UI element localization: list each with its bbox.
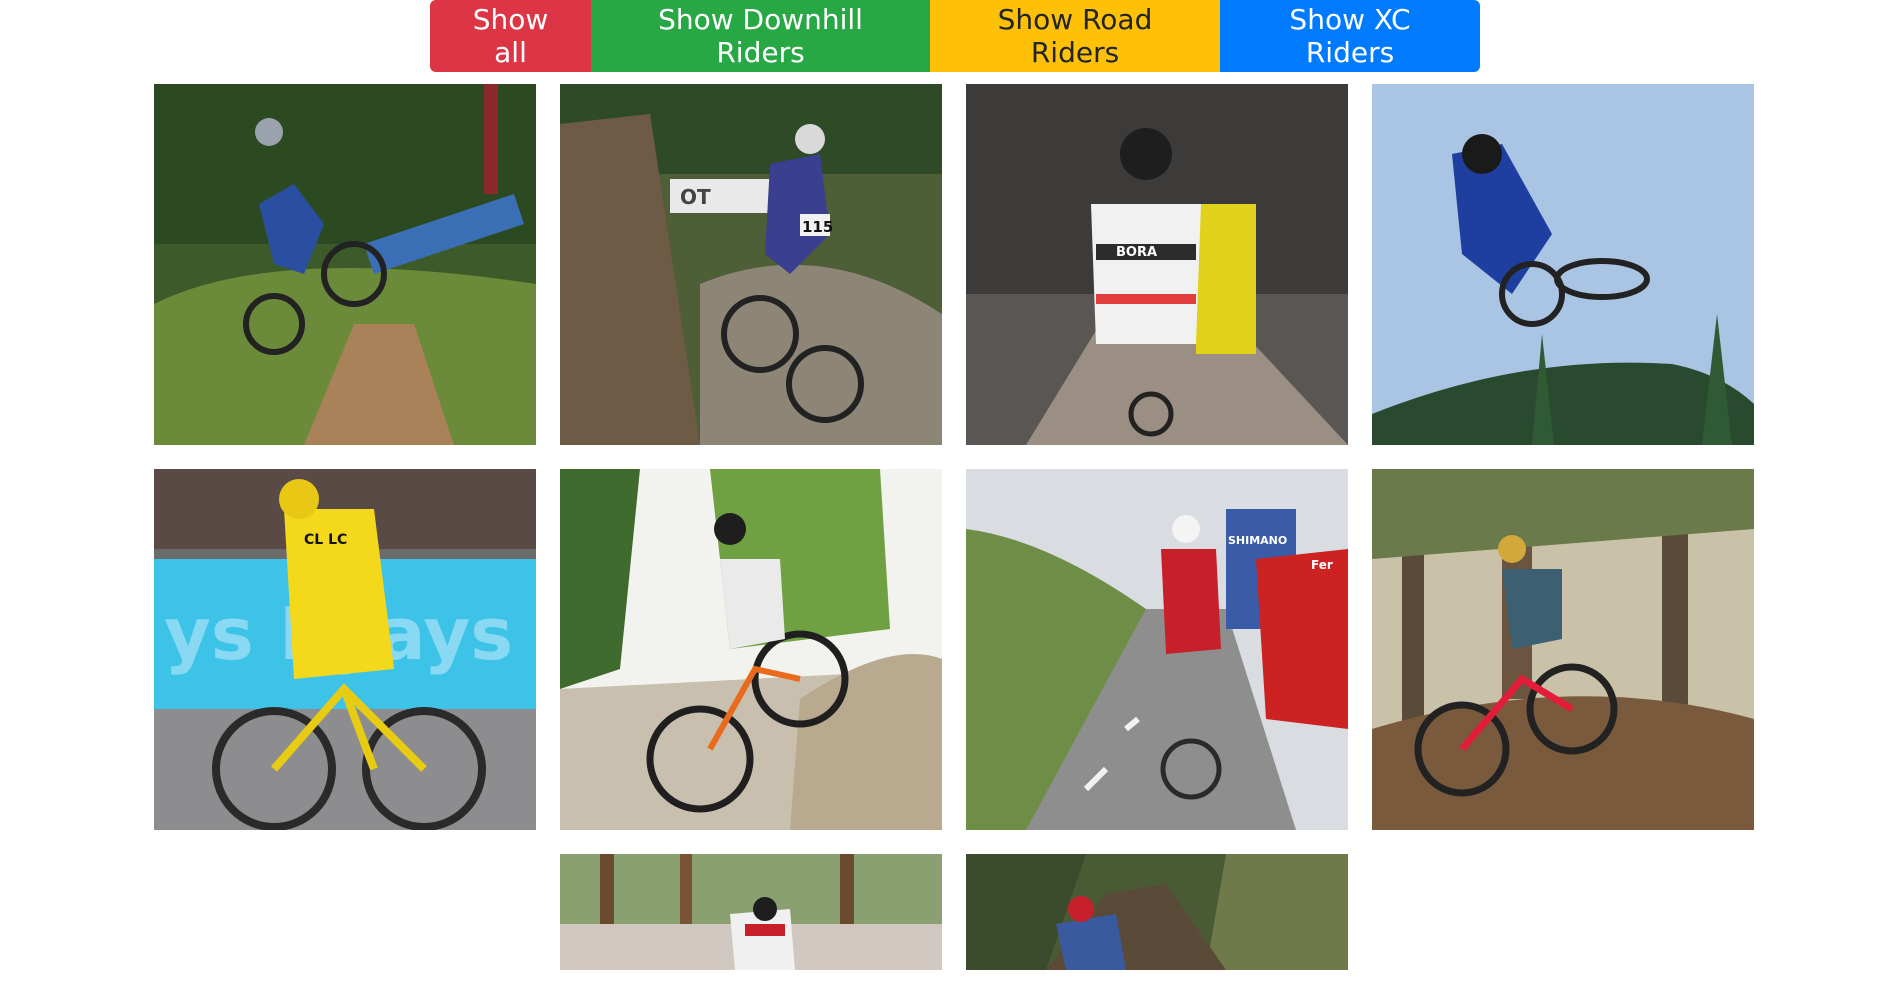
gallery-item[interactable]: SHIMANO Fer [966, 469, 1348, 830]
road-rider-cobbles-photo: BORA [966, 84, 1348, 445]
jersey-text: BORA [1116, 245, 1157, 260]
show-downhill-button[interactable]: Show Downhill Riders [591, 0, 930, 72]
gallery-item[interactable]: ys Kyays CL LC [154, 469, 536, 830]
gallery-row: ys Kyays CL LC SHIMANO Fer [154, 469, 1754, 830]
gallery-item[interactable] [966, 854, 1348, 970]
downhill-rider-forest-photo [966, 854, 1348, 970]
downhill-rider-rock-photo: OT 115 [560, 84, 942, 445]
gallery-item[interactable] [560, 469, 942, 830]
car-side-text: Fer [1311, 558, 1333, 572]
xc-rider-forest-race-photo [560, 854, 942, 970]
number-plate-text: 115 [802, 218, 833, 236]
xc-rider-forest-photo [1372, 469, 1754, 830]
gallery-item[interactable] [1372, 84, 1754, 445]
show-xc-button[interactable]: Show XC Riders [1220, 0, 1480, 72]
gallery-item[interactable] [1372, 469, 1754, 830]
show-road-button[interactable]: Show Road Riders [930, 0, 1220, 72]
gallery-item[interactable]: OT 115 [560, 84, 942, 445]
car-banner-text: SHIMANO [1228, 534, 1287, 547]
gallery-item[interactable] [560, 854, 942, 970]
banner-text: OT [680, 185, 711, 209]
filter-button-group: Show all Show Downhill Riders Show Road … [430, 0, 1480, 72]
gallery-item[interactable]: BORA [966, 84, 1348, 445]
xc-rider-rocks-photo [560, 469, 942, 830]
downhill-rider-sky-jump-photo [1372, 84, 1754, 445]
gallery-item[interactable] [154, 84, 536, 445]
road-rider-yellow-jersey-photo: ys Kyays CL LC [154, 469, 536, 830]
rider-gallery: OT 115 BORA ys Kyays CL LC SHIMANO Fer [154, 84, 1754, 994]
gallery-row [154, 854, 1754, 970]
jersey-text: CL LC [304, 532, 347, 548]
gallery-row: OT 115 BORA [154, 84, 1754, 445]
show-all-button[interactable]: Show all [430, 0, 591, 72]
road-rider-climb-photo: SHIMANO Fer [966, 469, 1348, 830]
downhill-rider-jump-photo [154, 84, 536, 445]
